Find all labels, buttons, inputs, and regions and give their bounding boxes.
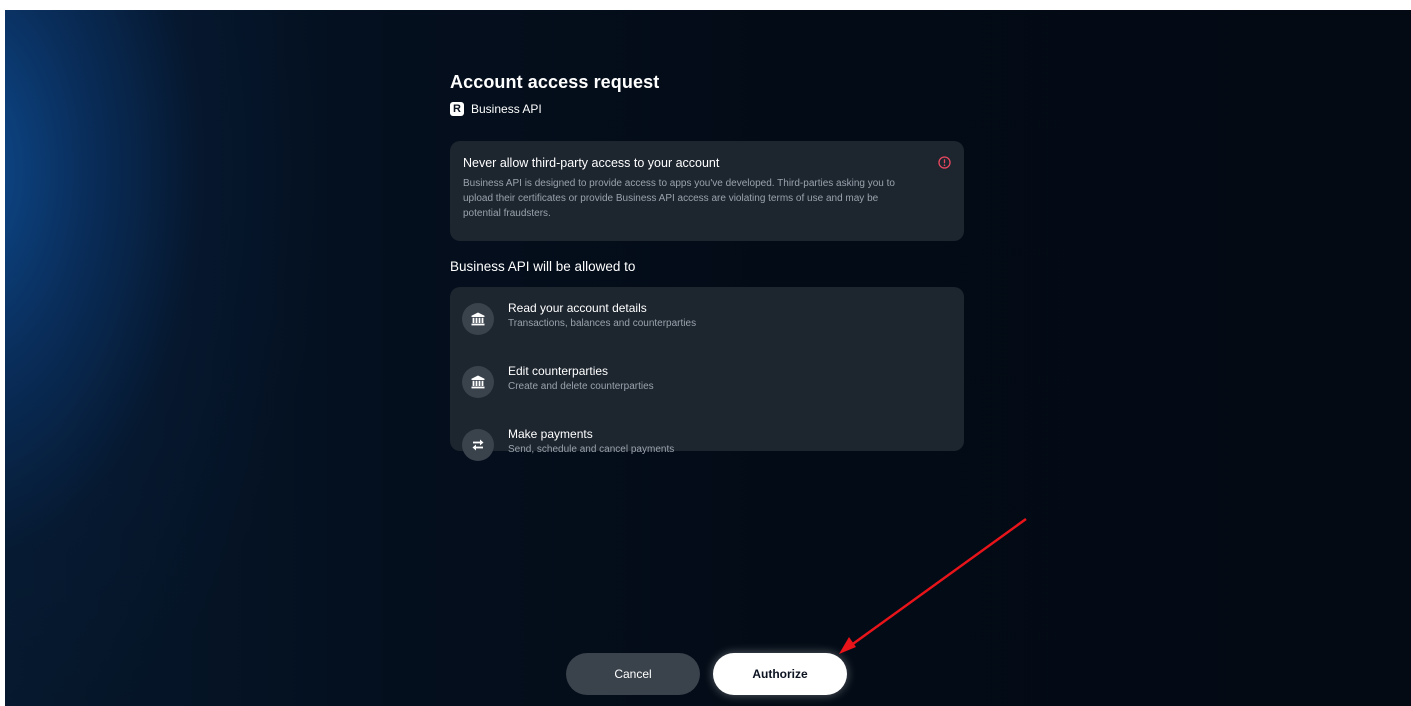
warning-text: Business API is designed to provide acce… xyxy=(463,178,895,219)
transfer-arrows-icon xyxy=(462,429,494,461)
permission-item-edit-counterparties: Edit counterparties Create and delete co… xyxy=(462,363,951,426)
bank-icon xyxy=(462,366,494,398)
permissions-heading: Business API will be allowed to xyxy=(450,259,636,274)
bank-icon xyxy=(462,303,494,335)
permission-item-make-payments: Make payments Send, schedule and cancel … xyxy=(462,426,951,489)
app-identity: R Business API xyxy=(450,100,964,118)
alert-circle-icon xyxy=(938,156,951,169)
permission-title: Read your account details xyxy=(508,301,647,315)
permission-title: Edit counterparties xyxy=(508,364,609,378)
app-logo-icon: R xyxy=(450,102,464,116)
permission-item-read-account: Read your account details Transactions, … xyxy=(462,300,951,363)
warning-card: Never allow third-party access to your a… xyxy=(450,141,964,241)
app-name: Business API xyxy=(471,102,542,116)
access-request-panel: Account access request R Business API Ne… xyxy=(450,70,964,461)
authorize-button[interactable]: Authorize xyxy=(713,653,847,695)
app-viewport: Account access request R Business API Ne… xyxy=(5,10,1411,706)
permission-subtitle: Transactions, balances and counterpartie… xyxy=(508,318,697,329)
permissions-list: Read your account details Transactions, … xyxy=(450,287,964,461)
page-title: Account access request xyxy=(450,72,660,92)
permission-title: Make payments xyxy=(508,427,593,441)
warning-title: Never allow third-party access to your a… xyxy=(463,156,720,170)
cancel-button[interactable]: Cancel xyxy=(566,653,700,695)
permission-subtitle: Send, schedule and cancel payments xyxy=(508,444,675,455)
permission-subtitle: Create and delete counterparties xyxy=(508,381,654,392)
